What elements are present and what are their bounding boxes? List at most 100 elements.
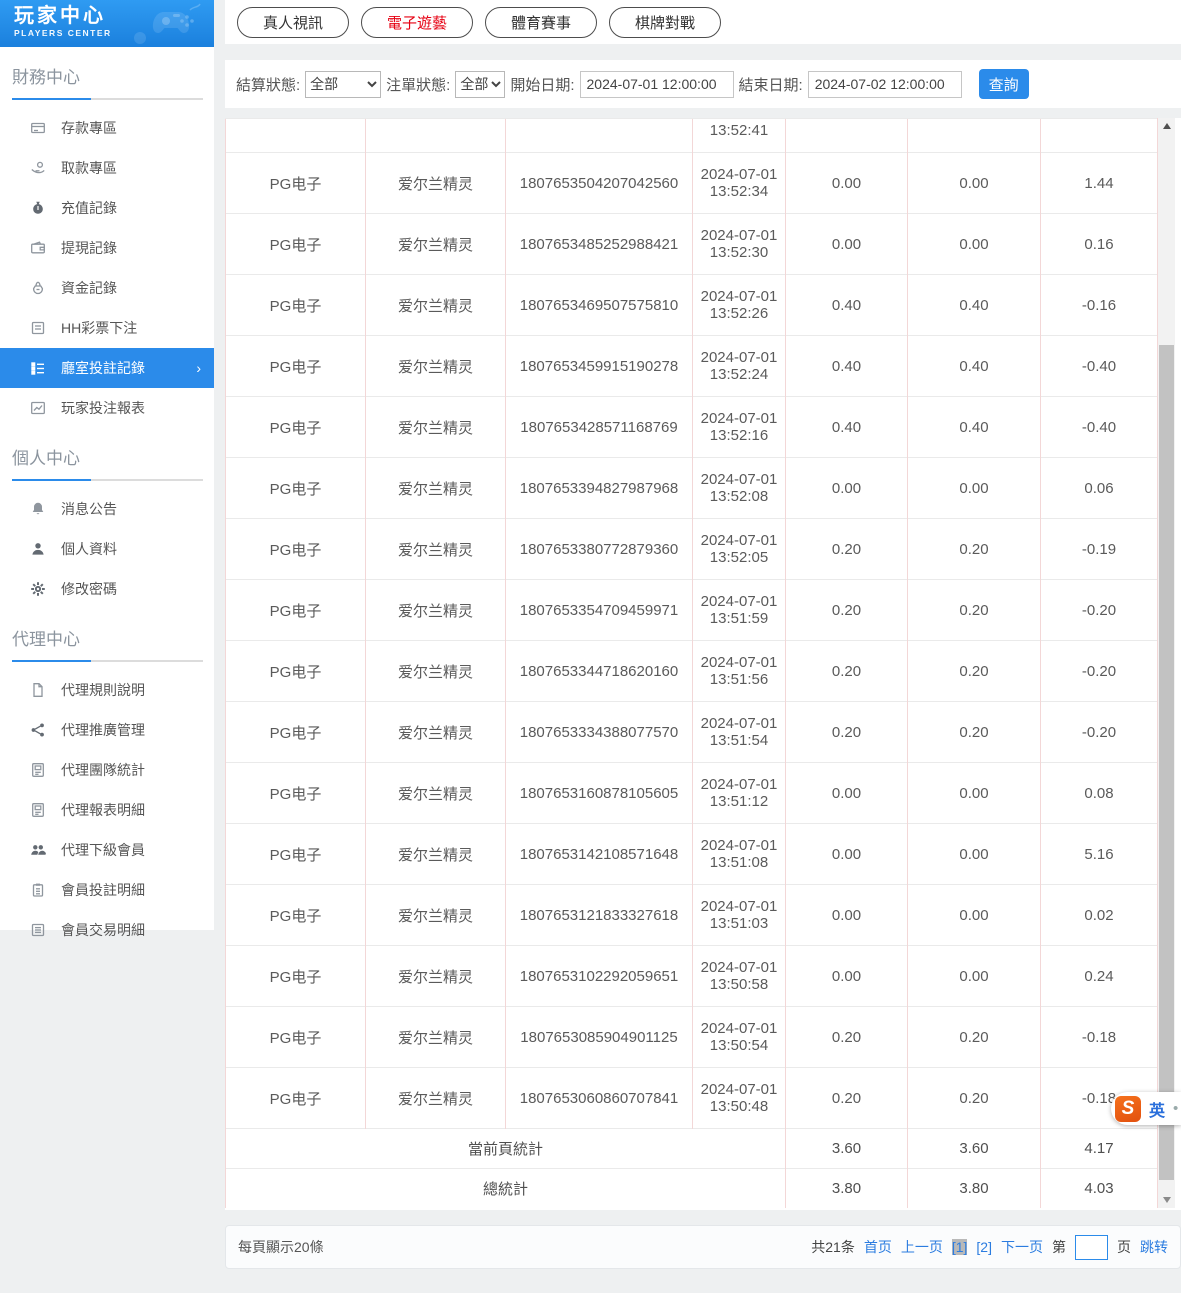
cell-valid-bet: 0.40 xyxy=(908,275,1041,336)
file-icon xyxy=(30,682,46,698)
cell-order-number: 1807653504207042560 xyxy=(506,153,693,214)
cell-platform: PG电子 xyxy=(226,641,366,702)
sidebar-item-agent-report-detail[interactable]: 代理報表明細 xyxy=(0,790,214,830)
sidebar-item-label: 消息公告 xyxy=(61,499,117,519)
cell-valid-bet: 0.00 xyxy=(908,885,1041,946)
cell-bet-time: 2024-07-01 13:52:26 xyxy=(693,275,786,336)
section-title-agent: 代理中心 xyxy=(0,609,214,656)
cell-valid-bet: 0.00 xyxy=(908,458,1041,519)
cell-valid-bet: 0.00 xyxy=(908,763,1041,824)
cell-valid-bet: 0.00 xyxy=(908,946,1041,1007)
summary-valid-bet: 3.60 xyxy=(908,1129,1041,1169)
table-row: PG电子爱尔兰精灵18076530608607078412024-07-01 1… xyxy=(226,1068,1158,1129)
sidebar-item-hh-lottery-bets[interactable]: HH彩票下注 xyxy=(0,308,214,348)
next-page-link[interactable]: 下一页 xyxy=(1001,1237,1043,1257)
scrollbar-thumb[interactable] xyxy=(1159,345,1174,1180)
sidebar-item-hall-bet-records[interactable]: 廳室投註記錄 › xyxy=(0,348,214,388)
cell-order-number: 1807653459915190278 xyxy=(506,336,693,397)
sidebar-item-member-bet-detail[interactable]: 會員投註明細 xyxy=(0,870,214,910)
cell-order-number: 1807653121833327618 xyxy=(506,885,693,946)
sidebar-item-label: 代理團隊統計 xyxy=(61,760,145,780)
records-table-panel: 13:52:41PG电子爱尔兰精灵18076535042070425602024… xyxy=(225,118,1181,1210)
summary-label: 當前頁統計 xyxy=(226,1129,786,1169)
cell-profit: 1.44 xyxy=(1041,153,1158,214)
cell-bet-amount: 0.00 xyxy=(786,946,908,1007)
cell-order-number: 1807653160878105605 xyxy=(506,763,693,824)
order-status-label: 注單狀態: xyxy=(386,74,450,95)
sidebar-item-funds-records[interactable]: 資金記錄 xyxy=(0,268,214,308)
start-date-input[interactable] xyxy=(580,71,734,98)
cell-bet-amount: 0.20 xyxy=(786,1068,908,1129)
translate-widget[interactable]: S 英 • xyxy=(1111,1092,1181,1125)
sidebar-item-label: 取款專區 xyxy=(61,158,117,178)
summary-bet-amount: 3.60 xyxy=(786,1129,908,1169)
sidebar-item-withdraw-zone[interactable]: 取款專區 xyxy=(0,148,214,188)
tab-live-casino[interactable]: 真人視訊 xyxy=(237,7,349,38)
sidebar-item-announcements[interactable]: 消息公告 xyxy=(0,489,214,529)
cell-order-number: 1807653142108571648 xyxy=(506,824,693,885)
bell-icon xyxy=(30,501,46,517)
table-row: PG电子爱尔兰精灵18076531218333276182024-07-01 1… xyxy=(226,885,1158,946)
tab-board-card-games[interactable]: 棋牌對戰 xyxy=(609,7,721,38)
scroll-down-icon[interactable] xyxy=(1158,1191,1175,1208)
money-bag-icon xyxy=(30,200,46,216)
prev-page-link[interactable]: 上一页 xyxy=(901,1237,943,1257)
cell-profit: -0.16 xyxy=(1041,275,1158,336)
sidebar: 玩家中心 PLAYERS CENTER 財務中心 存款專區 取款專區 充值記錄 … xyxy=(0,0,214,930)
sidebar-item-withdrawal-records[interactable]: 提現記錄 xyxy=(0,228,214,268)
settle-status-select[interactable]: 全部 xyxy=(305,71,381,98)
cell-bet-amount: 0.20 xyxy=(786,580,908,641)
sidebar-item-player-bet-report[interactable]: 玩家投注報表 xyxy=(0,388,214,428)
sidebar-item-deposit-zone[interactable]: 存款專區 xyxy=(0,108,214,148)
cell-profit: 0.06 xyxy=(1041,458,1158,519)
settle-status-label: 結算狀態: xyxy=(236,74,300,95)
tab-sports[interactable]: 體育賽事 xyxy=(485,7,597,38)
cell-bet-amount: 0.00 xyxy=(786,153,908,214)
end-date-input[interactable] xyxy=(808,71,962,98)
search-button[interactable]: 查詢 xyxy=(979,69,1029,99)
sidebar-item-label: 代理推廣管理 xyxy=(61,720,145,740)
section-rule xyxy=(12,660,203,662)
order-status-select[interactable]: 全部 xyxy=(455,71,505,98)
cell-game-name: 爱尔兰精灵 xyxy=(366,580,506,641)
sidebar-item-profile[interactable]: 個人資料 xyxy=(0,529,214,569)
cell-platform: PG电子 xyxy=(226,824,366,885)
sidebar-item-change-password[interactable]: 修改密碼 xyxy=(0,569,214,609)
cell-bet-time: 2024-07-01 13:51:59 xyxy=(693,580,786,641)
user-icon xyxy=(30,541,46,557)
cell-profit: 0.02 xyxy=(1041,885,1158,946)
cell-bet-time: 2024-07-01 13:50:58 xyxy=(693,946,786,1007)
sidebar-item-label: 會員投註明細 xyxy=(61,880,145,900)
cell-valid-bet: 0.20 xyxy=(908,519,1041,580)
sidebar-item-label: 存款專區 xyxy=(61,118,117,138)
sidebar-item-member-transaction-detail[interactable]: 會員交易明細 xyxy=(0,910,214,950)
cell-platform: PG电子 xyxy=(226,214,366,275)
cell-order-number: 1807653344718620160 xyxy=(506,641,693,702)
cell-bet-time: 2024-07-01 13:51:08 xyxy=(693,824,786,885)
table-row: PG电子爱尔兰精灵18076534599151902782024-07-01 1… xyxy=(226,336,1158,397)
cell-order-number: 1807653380772879360 xyxy=(506,519,693,580)
sidebar-item-agent-sub-members[interactable]: 代理下級會員 xyxy=(0,830,214,870)
page-number-1[interactable]: [1] xyxy=(952,1239,968,1255)
sidebar-item-label: 資金記錄 xyxy=(61,278,117,298)
first-page-link[interactable]: 首页 xyxy=(864,1237,892,1257)
summary-bet-amount: 3.80 xyxy=(786,1169,908,1209)
cell-game-name: 爱尔兰精灵 xyxy=(366,641,506,702)
cell-order-number: 1807653060860707841 xyxy=(506,1068,693,1129)
cell-profit: 0.16 xyxy=(1041,214,1158,275)
cell-platform: PG电子 xyxy=(226,946,366,1007)
sidebar-item-agent-promotion[interactable]: 代理推廣管理 xyxy=(0,710,214,750)
tab-electronic-games[interactable]: 電子遊藝 xyxy=(361,7,473,38)
jump-button[interactable]: 跳转 xyxy=(1140,1237,1168,1257)
table-scrollbar[interactable] xyxy=(1158,118,1175,1208)
jump-page-input[interactable] xyxy=(1075,1235,1108,1260)
cell-platform: PG电子 xyxy=(226,519,366,580)
cell-game-name: 爱尔兰精灵 xyxy=(366,519,506,580)
sidebar-item-recharge-records[interactable]: 充值記錄 xyxy=(0,188,214,228)
list-icon xyxy=(30,922,46,938)
sidebar-item-agent-rules[interactable]: 代理規則說明 xyxy=(0,670,214,710)
sidebar-item-agent-team-stats[interactable]: 代理團隊統計 xyxy=(0,750,214,790)
scroll-up-icon[interactable] xyxy=(1158,118,1175,135)
page-number-2[interactable]: [2] xyxy=(976,1239,992,1255)
cell-valid-bet: 0.00 xyxy=(908,153,1041,214)
